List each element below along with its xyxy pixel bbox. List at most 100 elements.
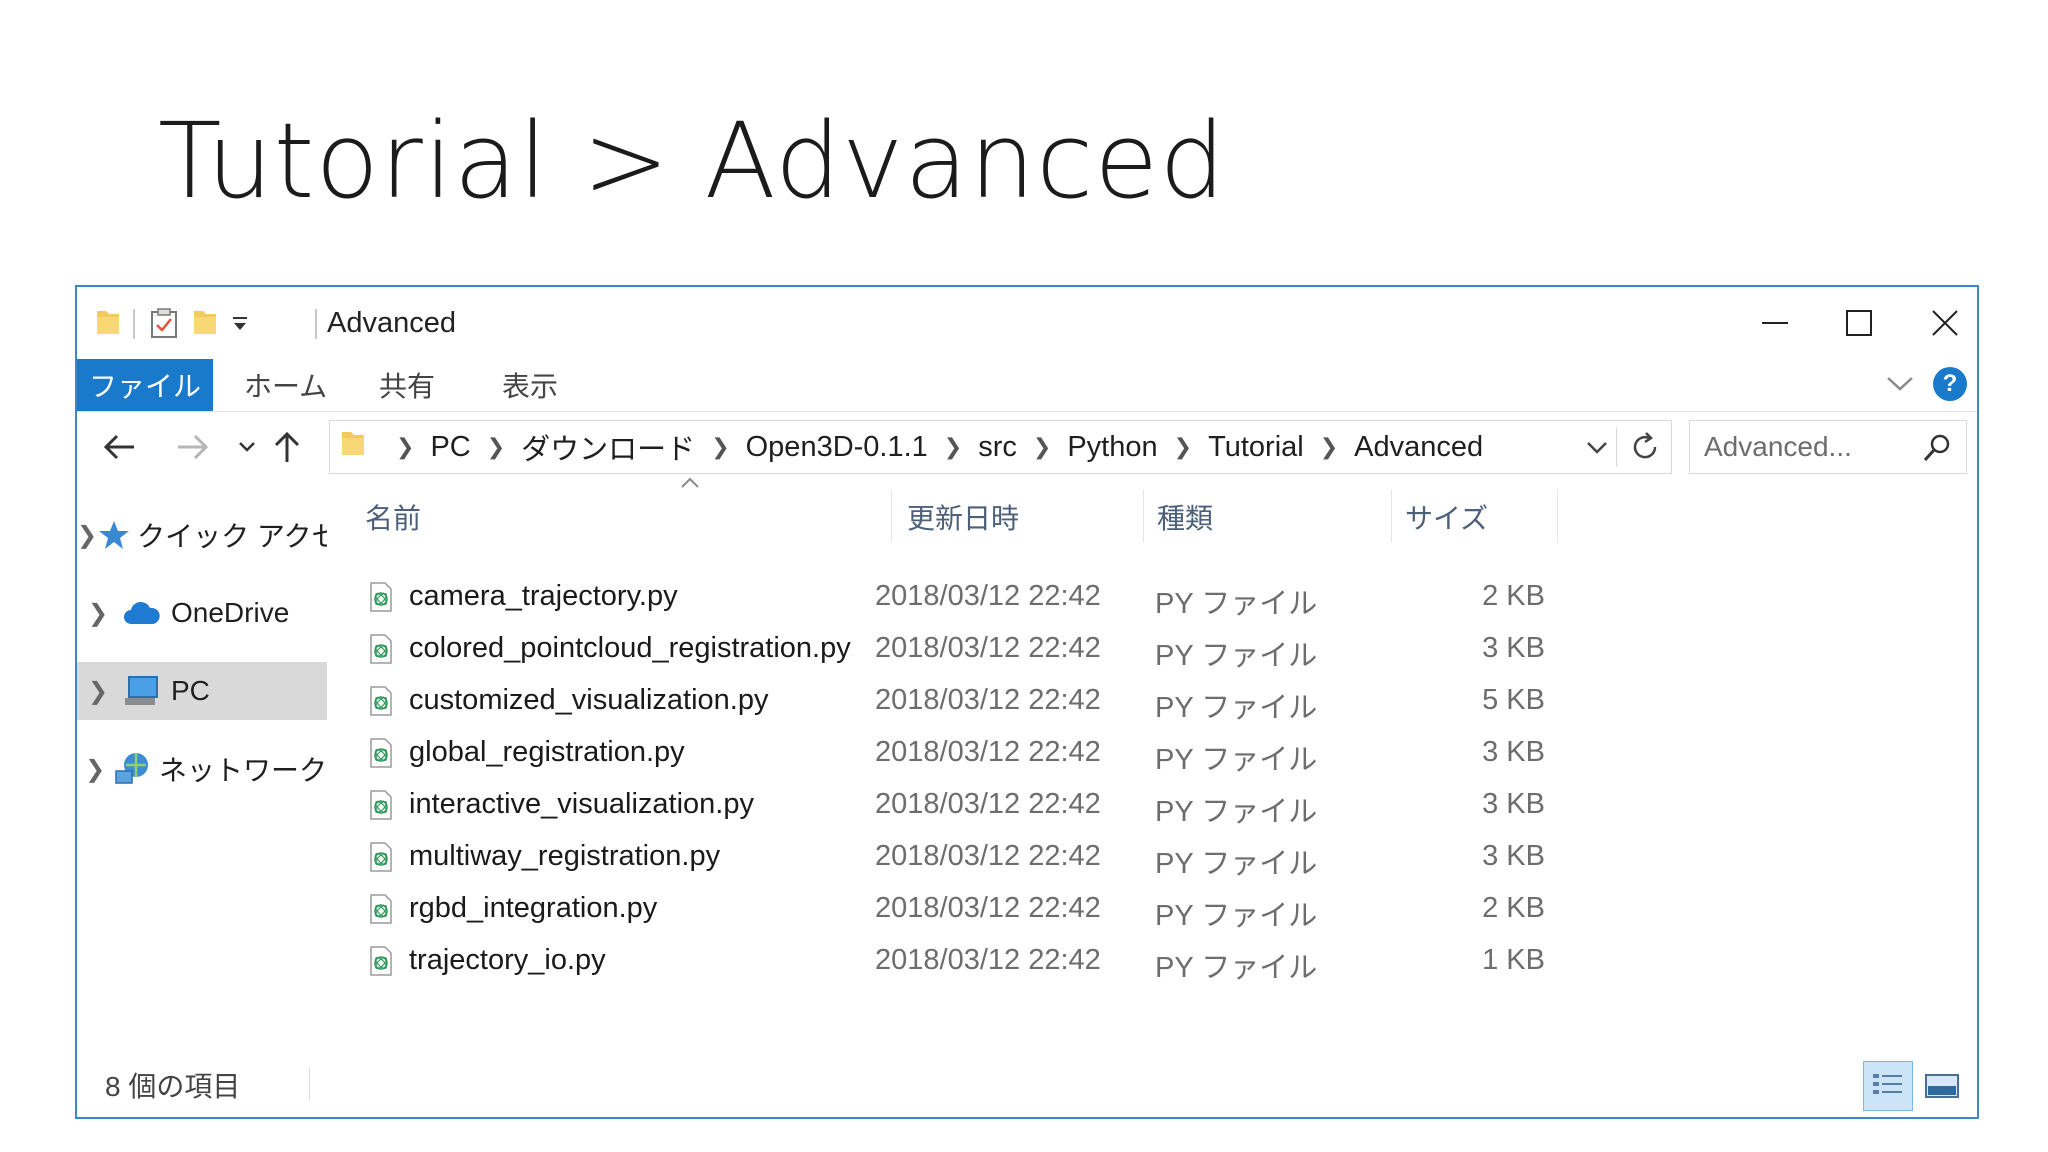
folder-icon (95, 307, 121, 342)
expand-arrow-icon[interactable]: ❯ (77, 521, 97, 550)
file-name[interactable]: multiway_registration.py (409, 840, 720, 873)
nav-item-label: クイック アクセス (137, 521, 327, 552)
minimize-button[interactable] (1743, 297, 1807, 349)
breadcrumb-tutorial[interactable]: Tutorial (1208, 431, 1304, 464)
help-button[interactable]: ? (1933, 367, 1967, 401)
tab-home[interactable]: ホーム (244, 359, 327, 411)
file-name[interactable]: global_registration.py (409, 736, 685, 769)
address-folder-icon (340, 428, 366, 466)
large-icons-view-button[interactable] (1917, 1061, 1967, 1111)
chevron-right-icon[interactable]: ❯ (711, 434, 729, 460)
file-row[interactable]: trajectory_io.py 2018/03/12 22:42 PY ファイル 1… (365, 934, 1925, 986)
search-icon[interactable] (1922, 433, 1952, 468)
column-header-date[interactable]: 更新日時 (907, 482, 1019, 552)
file-row[interactable]: interactive_visualization.py 2018/03/12 2… (365, 778, 1925, 830)
file-row[interactable]: multiway_registration.py 2018/03/12 22:42… (365, 830, 1925, 882)
file-date: 2018/03/12 22:42 (875, 944, 1101, 976)
network-icon (113, 751, 153, 787)
chevron-right-icon[interactable]: ❯ (1320, 434, 1338, 460)
file-name[interactable]: colored_pointcloud_registration.py (409, 632, 851, 665)
address-history-dropdown-icon[interactable] (1585, 435, 1609, 464)
file-row[interactable]: rgbd_integration.py 2018/03/12 22:42 PY ファ… (365, 882, 1925, 934)
file-name[interactable]: camera_trajectory.py (409, 580, 678, 613)
item-count: 8 個の項目 (105, 1071, 241, 1102)
file-size: 2 KB (1482, 580, 1545, 612)
file-date: 2018/03/12 22:42 (875, 684, 1101, 716)
chevron-right-icon[interactable]: ❯ (944, 434, 962, 460)
details-view-button[interactable] (1863, 1061, 1913, 1111)
properties-icon[interactable] (149, 307, 179, 344)
file-date: 2018/03/12 22:42 (875, 736, 1101, 768)
slide-title: Tutorial > Advanced (158, 100, 1227, 222)
file-name[interactable]: interactive_visualization.py (409, 788, 754, 821)
python-file-icon (369, 842, 393, 880)
file-size: 5 KB (1482, 684, 1545, 716)
breadcrumb-src[interactable]: src (978, 431, 1017, 464)
chevron-right-icon[interactable]: ❯ (396, 434, 414, 460)
expand-arrow-icon[interactable]: ❯ (77, 599, 119, 628)
new-folder-icon[interactable] (192, 307, 218, 342)
python-file-icon (369, 790, 393, 828)
refresh-icon[interactable] (1629, 431, 1661, 468)
python-file-icon (369, 686, 393, 724)
file-row[interactable]: customized_visualization.py 2018/03/12 22… (365, 674, 1925, 726)
file-name[interactable]: trajectory_io.py (409, 944, 606, 977)
close-button[interactable] (1913, 297, 1977, 349)
column-header-type[interactable]: 種類 (1157, 482, 1213, 552)
breadcrumb-advanced[interactable]: Advanced (1354, 431, 1483, 464)
file-size: 3 KB (1482, 632, 1545, 664)
file-type: PY ファイル (1155, 952, 1318, 984)
breadcrumb-pc[interactable]: PC (430, 431, 470, 464)
expand-arrow-icon[interactable]: ❯ (77, 755, 113, 784)
chevron-right-icon[interactable]: ❯ (1033, 434, 1051, 460)
file-row[interactable]: colored_pointcloud_registration.py 2018/0… (365, 622, 1925, 674)
column-header-name[interactable]: 名前 (365, 482, 421, 552)
breadcrumb-open3d[interactable]: Open3D-0.1.1 (746, 431, 928, 464)
customize-toolbar-icon[interactable] (231, 311, 249, 340)
title-bar: Advanced (77, 287, 1977, 359)
computer-icon (119, 674, 165, 708)
breadcrumb-python[interactable]: Python (1067, 431, 1157, 464)
nav-item-onedrive[interactable]: ❯ OneDrive (77, 584, 327, 642)
up-button[interactable] (267, 427, 307, 467)
window-title: Advanced (327, 307, 456, 339)
nav-item-quick-access[interactable]: ❯ クイック アクセス (77, 506, 327, 564)
file-row[interactable]: camera_trajectory.py 2018/03/12 22:42 PY フ… (365, 570, 1925, 622)
file-name[interactable]: rgbd_integration.py (409, 892, 657, 925)
breadcrumb-downloads[interactable]: ダウンロード (521, 426, 695, 468)
python-file-icon (369, 634, 393, 672)
expand-ribbon-icon[interactable] (1885, 371, 1915, 400)
search-box[interactable]: Advanced... (1689, 420, 1967, 474)
nav-item-label: PC (171, 675, 210, 706)
column-header-size[interactable]: サイズ (1405, 482, 1488, 552)
nav-item-label: OneDrive (171, 597, 290, 628)
forward-button[interactable] (173, 427, 213, 467)
nav-item-label: ネットワーク (158, 755, 327, 786)
ribbon: ファイル ホーム 共有 表示 ? (77, 359, 1977, 412)
tab-view[interactable]: 表示 (502, 359, 558, 411)
file-name[interactable]: customized_visualization.py (409, 684, 768, 717)
file-date: 2018/03/12 22:42 (875, 892, 1101, 924)
file-date: 2018/03/12 22:42 (875, 788, 1101, 820)
back-button[interactable] (99, 427, 139, 467)
file-row[interactable]: global_registration.py 2018/03/12 22:42 PY… (365, 726, 1925, 778)
expand-arrow-icon[interactable]: ❯ (77, 677, 119, 706)
search-placeholder[interactable]: Advanced... (1704, 431, 1852, 463)
recent-locations-button[interactable] (227, 427, 267, 467)
file-date: 2018/03/12 22:42 (875, 840, 1101, 872)
tab-file[interactable]: ファイル (77, 359, 213, 411)
chevron-right-icon[interactable]: ❯ (487, 434, 505, 460)
chevron-right-icon[interactable]: ❯ (1174, 434, 1192, 460)
file-size: 1 KB (1482, 944, 1545, 976)
sort-ascending-icon (679, 476, 701, 495)
file-type: PY ファイル (1155, 900, 1318, 932)
tab-share[interactable]: 共有 (379, 359, 435, 411)
file-date: 2018/03/12 22:42 (875, 632, 1101, 664)
navigation-pane: ❯ クイック アクセス ❯ OneDrive ❯ PC ❯ ネットワーク (77, 482, 327, 1042)
nav-item-pc[interactable]: ❯ PC (77, 662, 327, 720)
maximize-button[interactable] (1827, 297, 1891, 349)
address-bar[interactable]: ❯ PC ❯ ダウンロード ❯ Open3D-0.1.1 ❯ src ❯ Pyt… (329, 420, 1672, 474)
nav-item-network[interactable]: ❯ ネットワーク (77, 740, 327, 798)
file-type: PY ファイル (1155, 640, 1318, 672)
navigation-bar: ❯ PC ❯ ダウンロード ❯ Open3D-0.1.1 ❯ src ❯ Pyt… (77, 412, 1977, 482)
